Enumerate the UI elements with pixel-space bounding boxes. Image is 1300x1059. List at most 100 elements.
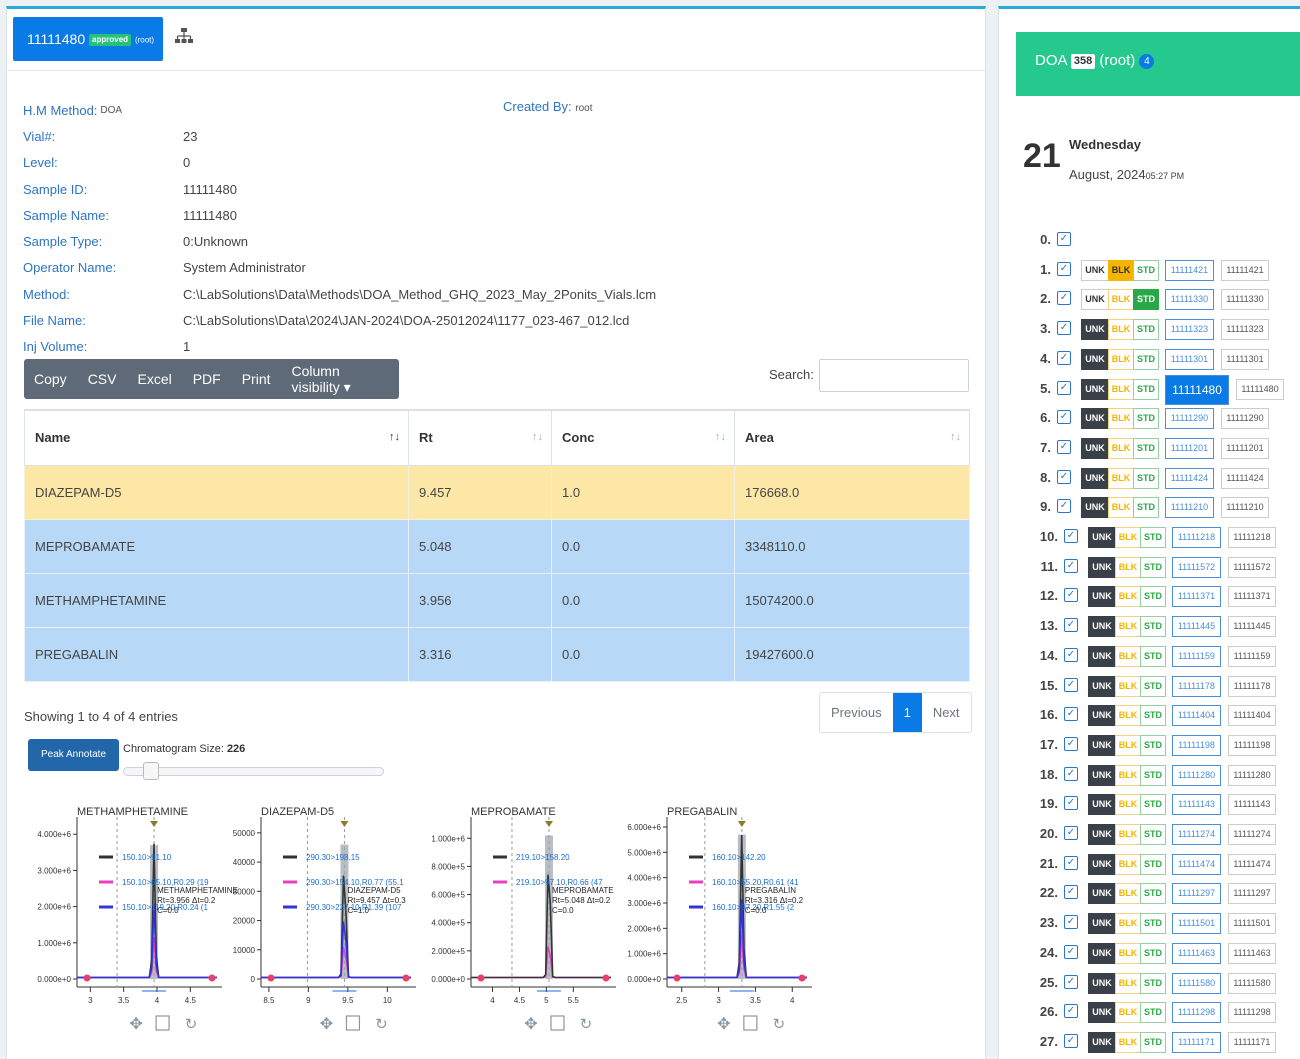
column-header-area[interactable]: Area ↑↓: [734, 409, 970, 466]
unk-tag[interactable]: UNK: [1088, 883, 1116, 905]
std-tag[interactable]: STD: [1140, 764, 1166, 786]
vial-row[interactable]: 19. ✓ UNK BLK STD 11111143 11111143: [999, 793, 1299, 817]
unk-tag[interactable]: UNK: [1088, 1002, 1116, 1024]
blk-tag[interactable]: BLK: [1115, 1002, 1141, 1024]
vial-checkbox[interactable]: ✓: [1057, 469, 1071, 484]
chromatogram-size-slider[interactable]: [123, 767, 384, 776]
vial-id-link[interactable]: 11111178: [1172, 675, 1221, 697]
unk-tag[interactable]: UNK: [1088, 734, 1116, 756]
vial-row[interactable]: 26. ✓ UNK BLK STD 11111298 11111298: [999, 1001, 1299, 1025]
blk-tag[interactable]: BLK: [1108, 437, 1134, 459]
unk-tag[interactable]: UNK: [1081, 437, 1109, 459]
std-tag[interactable]: STD: [1140, 824, 1166, 845]
vial-checkbox[interactable]: ✓: [1057, 380, 1071, 395]
vial-checkbox[interactable]: ✓: [1057, 410, 1071, 425]
unk-tag[interactable]: UNK: [1081, 348, 1109, 370]
pdf-button[interactable]: PDF: [193, 371, 221, 387]
std-tag[interactable]: STD: [1140, 972, 1166, 994]
std-tag[interactable]: STD: [1133, 319, 1159, 341]
vial-row[interactable]: 2. ✓ UNK BLK STD 11111330 11111330: [999, 288, 1299, 312]
vial-checkbox[interactable]: ✓: [1064, 766, 1078, 781]
column-header-conc[interactable]: Conc ↑↓: [551, 409, 735, 466]
std-tag[interactable]: STD: [1140, 883, 1166, 905]
blk-tag[interactable]: BLK: [1108, 348, 1134, 370]
std-tag[interactable]: STD: [1133, 408, 1159, 430]
vial-id-link[interactable]: 11111297: [1172, 883, 1221, 905]
vial-row[interactable]: 8. ✓ UNK BLK STD 11111424 11111424: [999, 467, 1299, 491]
csv-button[interactable]: CSV: [88, 371, 117, 387]
table-row[interactable]: METHAMPHETAMINE 3.956 0.0 15074200.0: [24, 572, 970, 628]
blk-tag[interactable]: BLK: [1108, 289, 1134, 311]
vial-row[interactable]: 17. ✓ UNK BLK STD 11111198 11111198: [999, 734, 1299, 758]
std-tag[interactable]: STD: [1140, 1002, 1166, 1024]
unk-tag[interactable]: UNK: [1088, 764, 1116, 786]
vial-id-link[interactable]: 11111501: [1172, 913, 1221, 935]
vial-row[interactable]: 10. ✓ UNK BLK STD 11111218 11111218: [999, 526, 1299, 550]
blk-tag[interactable]: BLK: [1115, 556, 1141, 578]
vial-id-link[interactable]: 11111371: [1172, 586, 1221, 608]
blk-tag[interactable]: BLK: [1115, 734, 1141, 756]
search-input[interactable]: [819, 359, 969, 392]
vial-id-link[interactable]: 11111280: [1172, 764, 1221, 786]
vial-checkbox[interactable]: ✓: [1064, 736, 1078, 751]
blk-tag[interactable]: BLK: [1115, 942, 1141, 964]
column-header-name[interactable]: Name ↑↓: [24, 409, 409, 466]
vial-checkbox[interactable]: ✓: [1064, 1033, 1078, 1048]
unk-tag[interactable]: UNK: [1081, 259, 1109, 281]
std-tag[interactable]: STD: [1140, 705, 1166, 727]
blk-tag[interactable]: BLK: [1115, 853, 1141, 875]
vial-id-link[interactable]: 11111323: [1165, 319, 1214, 341]
blk-tag[interactable]: BLK: [1108, 408, 1134, 430]
blk-tag[interactable]: BLK: [1115, 705, 1141, 727]
vial-id-link[interactable]: 11111572: [1172, 556, 1221, 578]
blk-tag[interactable]: BLK: [1115, 883, 1141, 905]
vial-id-link[interactable]: 11111330: [1165, 289, 1214, 311]
blk-tag[interactable]: BLK: [1115, 675, 1141, 697]
vial-id-link[interactable]: 11111274: [1172, 824, 1221, 845]
vial-id-link[interactable]: 11111445: [1172, 616, 1221, 638]
unk-tag[interactable]: UNK: [1088, 1031, 1116, 1053]
vial-checkbox[interactable]: ✓: [1064, 796, 1078, 811]
vial-id-link[interactable]: 11111210: [1165, 497, 1214, 519]
vial-id-link[interactable]: 11111421: [1165, 259, 1214, 281]
unk-tag[interactable]: UNK: [1088, 942, 1116, 964]
blk-tag[interactable]: BLK: [1115, 1031, 1141, 1053]
blk-tag[interactable]: BLK: [1115, 824, 1141, 845]
slider-handle[interactable]: [143, 762, 160, 780]
vial-checkbox[interactable]: ✓: [1064, 826, 1078, 840]
unk-tag[interactable]: UNK: [1088, 586, 1116, 608]
page-button[interactable]: 1: [892, 693, 922, 732]
vial-id-link[interactable]: 11111298: [1172, 1002, 1221, 1024]
unk-tag[interactable]: UNK: [1088, 675, 1116, 697]
vial-checkbox[interactable]: ✓: [1064, 558, 1078, 573]
vial-row[interactable]: 14. ✓ UNK BLK STD 11111159 11111159: [999, 645, 1299, 669]
std-tag[interactable]: STD: [1140, 645, 1166, 667]
blk-tag[interactable]: BLK: [1115, 616, 1141, 638]
vial-row[interactable]: 22. ✓ UNK BLK STD 11111297 11111297: [999, 882, 1299, 906]
unk-tag[interactable]: UNK: [1081, 319, 1109, 341]
vial-id-link[interactable]: 11111218: [1172, 527, 1221, 548]
std-tag[interactable]: STD: [1140, 616, 1166, 638]
std-tag[interactable]: STD: [1133, 348, 1159, 370]
std-tag[interactable]: STD: [1140, 556, 1166, 578]
unk-tag[interactable]: UNK: [1088, 616, 1116, 638]
unk-tag[interactable]: UNK: [1088, 645, 1116, 667]
std-tag[interactable]: STD: [1133, 289, 1159, 311]
vial-id-link[interactable]: 11111143: [1172, 794, 1221, 816]
vial-row[interactable]: 15. ✓ UNK BLK STD 11111178 11111178: [999, 675, 1299, 699]
unk-tag[interactable]: UNK: [1088, 527, 1116, 548]
blk-tag[interactable]: BLK: [1115, 764, 1141, 786]
vial-row[interactable]: 12. ✓ UNK BLK STD 11111371 11111371: [999, 585, 1299, 609]
unk-tag[interactable]: UNK: [1081, 497, 1109, 519]
vial-row[interactable]: 7. ✓ UNK BLK STD 11111201 11111201: [999, 437, 1299, 461]
column-header-rt[interactable]: Rt ↑↓: [408, 409, 552, 466]
table-row[interactable]: PREGABALIN 3.316 0.0 19427600.0: [24, 626, 970, 682]
unk-tag[interactable]: UNK: [1088, 794, 1116, 816]
std-tag[interactable]: STD: [1140, 794, 1166, 816]
vial-id-link[interactable]: 11111404: [1172, 705, 1221, 727]
unk-tag[interactable]: UNK: [1088, 853, 1116, 875]
vial-id-link[interactable]: 11111159: [1172, 645, 1221, 667]
unk-tag[interactable]: UNK: [1088, 556, 1116, 578]
vial-row[interactable]: 16. ✓ UNK BLK STD 11111404 11111404: [999, 704, 1299, 728]
vial-row[interactable]: 11. ✓ UNK BLK STD 11111572 11111572: [999, 556, 1299, 580]
